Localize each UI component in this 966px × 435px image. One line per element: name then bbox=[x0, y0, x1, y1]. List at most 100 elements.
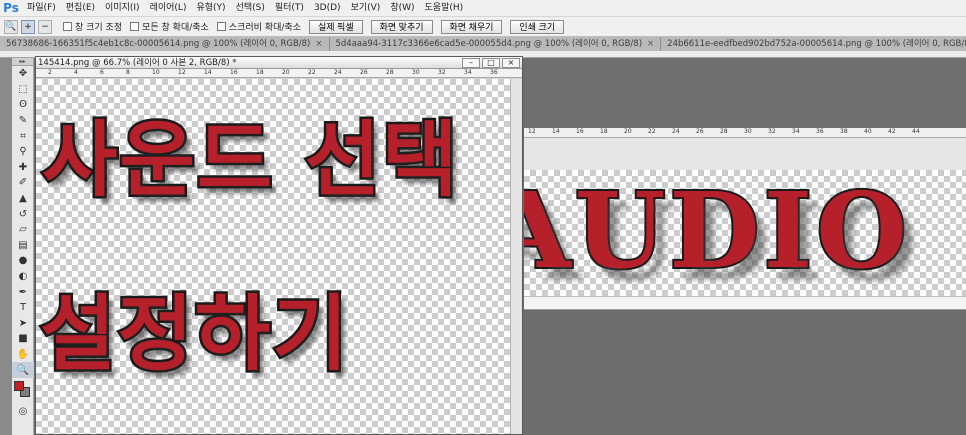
menu-edit[interactable]: 편집(E) bbox=[61, 0, 100, 17]
ruler-tick-label: 20 bbox=[624, 128, 632, 135]
tools-panel: ▸▸ ✥ ⬚ ʘ ✎ ⌗ ⚲ ✚ ✐ ▲ ↺ ▱ ▤ ● ◐ ✒ T ➤ ■ ✋… bbox=[12, 58, 34, 435]
ruler-tick-label: 36 bbox=[816, 128, 824, 135]
actual-pixels-button[interactable]: 실제 픽셀 bbox=[308, 19, 363, 34]
zoom-all-windows-checkbox[interactable]: 모든 창 확대/축소 bbox=[130, 20, 209, 33]
menu-window[interactable]: 창(W) bbox=[385, 0, 419, 17]
rectangle-tool-icon[interactable]: ■ bbox=[12, 331, 34, 347]
type-tool-icon[interactable]: T bbox=[12, 300, 34, 316]
gradient-tool-icon[interactable]: ▤ bbox=[12, 238, 34, 254]
menu-select[interactable]: 선택(S) bbox=[231, 0, 270, 17]
ruler-tick-label: 12 bbox=[528, 128, 536, 135]
canvas-text-line1: 사운드 선택 bbox=[40, 111, 461, 211]
zoom-all-windows-label: 모든 창 확대/축소 bbox=[142, 23, 209, 33]
document-canvas[interactable]: 사운드 선택 설정하기 bbox=[36, 79, 512, 434]
document-tab-label: 24b6611e-eedfbed902bd752a-00005614.png @… bbox=[667, 39, 966, 49]
ruler-tick-label: 10 bbox=[152, 69, 160, 76]
ruler-tick-label: 6 bbox=[100, 69, 104, 76]
menu-layer[interactable]: 레이어(L) bbox=[145, 0, 192, 17]
ruler-tick-label: 38 bbox=[840, 128, 848, 135]
ruler-tick-label: 32 bbox=[768, 128, 776, 135]
pasteboard bbox=[524, 138, 966, 170]
zoom-out-icon[interactable]: − bbox=[38, 19, 52, 34]
vertical-scrollbar[interactable] bbox=[510, 79, 522, 434]
fit-screen-button[interactable]: 화면 맞추기 bbox=[370, 19, 433, 34]
healing-brush-tool-icon[interactable]: ✚ bbox=[12, 160, 34, 176]
ruler-tick-label: 34 bbox=[792, 128, 800, 135]
document-tab[interactable]: 24b6611e-eedfbed902bd752a-00005614.png @… bbox=[661, 37, 966, 51]
minimize-icon[interactable]: – bbox=[462, 57, 480, 68]
menu-view[interactable]: 보기(V) bbox=[346, 0, 386, 17]
dodge-tool-icon[interactable]: ◐ bbox=[12, 269, 34, 285]
ruler-tick-label: 18 bbox=[600, 128, 608, 135]
ruler-tick-label: 32 bbox=[438, 69, 446, 76]
resize-windows-label: 창 크기 조정 bbox=[75, 23, 123, 33]
ruler-tick-label: 20 bbox=[282, 69, 290, 76]
menu-help[interactable]: 도움말(H) bbox=[420, 0, 469, 17]
checkbox-box[interactable] bbox=[130, 22, 140, 31]
document-horizontal-ruler: 2 4 6 8 10 12 14 16 18 20 22 24 26 28 30 32 34 36 bbox=[36, 69, 522, 78]
ruler-tick-label: 24 bbox=[672, 128, 680, 135]
photoshop-logo: Ps bbox=[3, 0, 19, 15]
background-document-window: 12 14 16 18 20 22 24 26 28 30 32 34 36 38 40 42 44 AUDIO bbox=[524, 58, 966, 435]
ruler-tick-label: 4 bbox=[74, 69, 78, 76]
ruler-tick-label: 22 bbox=[308, 69, 316, 76]
menu-filter[interactable]: 필터(T) bbox=[270, 0, 309, 17]
maximize-icon[interactable]: □ bbox=[482, 57, 500, 68]
pasteboard bbox=[524, 296, 966, 310]
document-tab-label: 5d4aaa94-3117c3366e6cad5e-000055d4.png @… bbox=[335, 39, 643, 49]
menu-file[interactable]: 파일(F) bbox=[22, 0, 61, 17]
blur-tool-icon[interactable]: ● bbox=[12, 253, 34, 269]
resize-windows-checkbox[interactable]: 창 크기 조정 bbox=[63, 20, 122, 33]
ruler-tick-label: 34 bbox=[464, 69, 472, 76]
document-canvas[interactable]: AUDIO bbox=[524, 170, 966, 296]
eyedropper-tool-icon[interactable]: ⚲ bbox=[12, 144, 34, 160]
ruler-tick-label: 14 bbox=[552, 128, 560, 135]
fill-screen-button[interactable]: 화면 채우기 bbox=[440, 19, 503, 34]
quick-mask-icon[interactable]: ◎ bbox=[12, 404, 34, 420]
panel-grip-icon[interactable]: ▸▸ bbox=[12, 58, 33, 66]
close-icon[interactable]: × bbox=[502, 57, 520, 68]
menu-type[interactable]: 유형(Y) bbox=[191, 0, 230, 17]
marquee-tool-icon[interactable]: ⬚ bbox=[12, 82, 34, 98]
document-tab[interactable]: 5d4aaa94-3117c3366e6cad5e-000055d4.png @… bbox=[330, 37, 662, 51]
lasso-tool-icon[interactable]: ʘ bbox=[12, 97, 34, 113]
ruler-tick-label: 44 bbox=[912, 128, 920, 135]
foreground-color-swatch[interactable] bbox=[14, 380, 24, 391]
zoom-in-icon[interactable]: + bbox=[21, 19, 35, 34]
clone-stamp-tool-icon[interactable]: ▲ bbox=[12, 191, 34, 207]
checkbox-box[interactable] bbox=[63, 22, 72, 31]
ruler-tick-label: 16 bbox=[230, 69, 238, 76]
ruler-tick-label: 28 bbox=[720, 128, 728, 135]
ruler-tick-label: 24 bbox=[334, 69, 342, 76]
color-swatches[interactable] bbox=[12, 378, 34, 404]
path-select-tool-icon[interactable]: ➤ bbox=[12, 316, 34, 332]
checkbox-box[interactable] bbox=[216, 22, 226, 31]
menu-image[interactable]: 이미지(I) bbox=[100, 0, 145, 17]
ruler-tick-label: 42 bbox=[888, 128, 896, 135]
close-icon[interactable]: × bbox=[315, 37, 322, 51]
menu-bar: Ps 파일(F) 편집(E) 이미지(I) 레이어(L) 유형(Y) 선택(S)… bbox=[0, 0, 966, 17]
move-tool-icon[interactable]: ✥ bbox=[12, 66, 34, 82]
vertical-ruler bbox=[0, 58, 12, 435]
print-size-button[interactable]: 인쇄 크기 bbox=[510, 19, 565, 34]
document-tab[interactable]: 56738686-166351f5c4eb1c8c-00005614.png @… bbox=[0, 37, 330, 51]
history-brush-tool-icon[interactable]: ↺ bbox=[12, 206, 34, 222]
scrubby-zoom-label: 스크러비 확대/축소 bbox=[228, 23, 301, 33]
brush-tool-icon[interactable]: ✐ bbox=[12, 175, 34, 191]
document-title-bar[interactable]: 145414.png @ 66.7% (레이어 0 사본 2, RGB/8) *… bbox=[36, 57, 522, 69]
zoom-tool-icon[interactable]: 🔍 bbox=[12, 362, 34, 378]
quick-select-tool-icon[interactable]: ✎ bbox=[12, 113, 34, 129]
document-title: 145414.png @ 66.7% (레이어 0 사본 2, RGB/8) * bbox=[38, 57, 237, 68]
scrubby-zoom-checkbox[interactable]: 스크러비 확대/축소 bbox=[216, 20, 301, 33]
ruler-tick-label: 30 bbox=[412, 69, 420, 76]
ruler-tick-label: 30 bbox=[744, 128, 752, 135]
eraser-tool-icon[interactable]: ▱ bbox=[12, 222, 34, 238]
ruler-tick-label: 2 bbox=[48, 69, 52, 76]
crop-tool-icon[interactable]: ⌗ bbox=[12, 128, 34, 144]
zoom-tool-preset-icon[interactable]: 🔍 bbox=[4, 19, 18, 34]
pen-tool-icon[interactable]: ✒ bbox=[12, 284, 34, 300]
options-bar: 🔍 + − 창 크기 조정 모든 창 확대/축소 스크러비 확대/축소 실제 픽… bbox=[0, 17, 966, 37]
hand-tool-icon[interactable]: ✋ bbox=[12, 347, 34, 363]
menu-3d[interactable]: 3D(D) bbox=[309, 0, 346, 17]
close-icon[interactable]: × bbox=[647, 37, 654, 51]
